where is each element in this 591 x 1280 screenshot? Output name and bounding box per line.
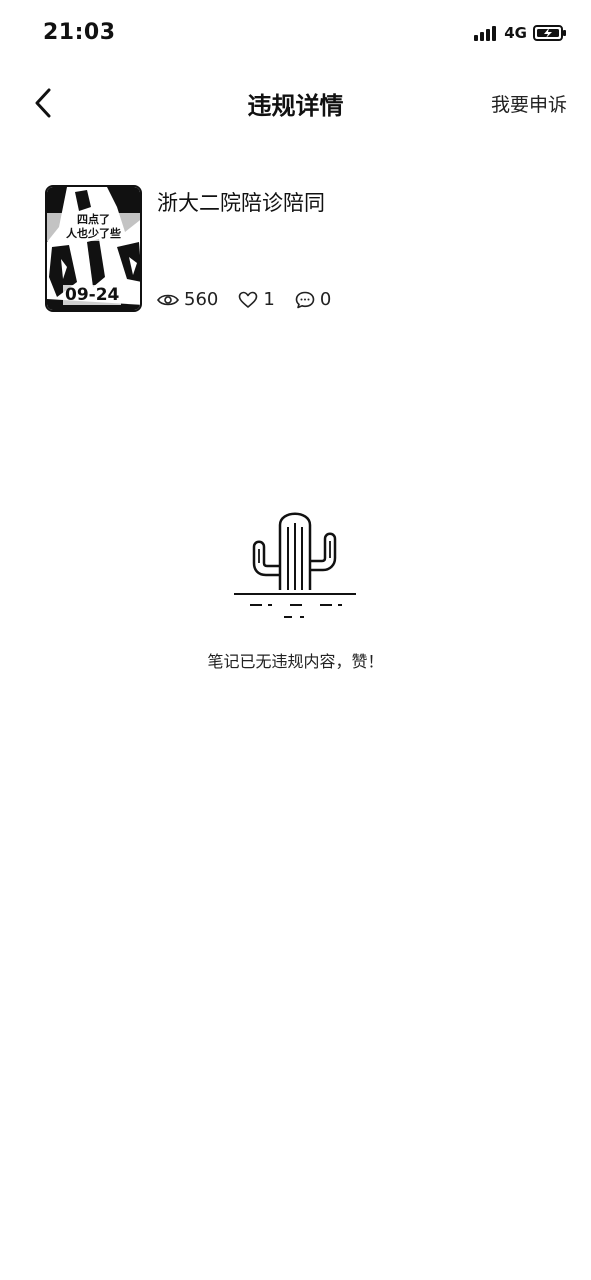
- nav-bar: 违规详情 我要申诉: [0, 70, 591, 136]
- status-bar: 21:03 4G: [0, 0, 591, 70]
- note-card[interactable]: 四点了 人也少了些 09-24 浙大二院陪诊陪同 560 1 0: [45, 185, 545, 315]
- cactus-icon: [234, 512, 356, 618]
- heart-icon: [239, 291, 258, 308]
- note-title[interactable]: 浙大二院陪诊陪同: [157, 187, 325, 217]
- note-thumbnail[interactable]: 四点了 人也少了些 09-24: [45, 185, 142, 312]
- note-stats: 560 1 0: [157, 289, 351, 310]
- comment-bubble-icon: [295, 291, 315, 308]
- thumbnail-caption-line1: 四点了: [77, 213, 110, 226]
- status-time: 21:03: [43, 20, 116, 45]
- views-stat: 560: [157, 289, 218, 310]
- status-indicators: 4G: [474, 24, 567, 42]
- signal-icon: [474, 25, 497, 41]
- likes-stat: 1: [238, 289, 275, 310]
- comments-stat: 0: [295, 289, 331, 310]
- empty-message: 笔记已无违规内容，赞！: [207, 652, 384, 671]
- battery-charging-icon: [533, 25, 566, 41]
- thumbnail-date: 09-24: [63, 285, 122, 305]
- thumbnail-caption-line2: 人也少了些: [66, 227, 121, 240]
- comments-count: 0: [319, 289, 332, 310]
- views-count: 560: [184, 289, 219, 310]
- network-label: 4G: [504, 24, 527, 42]
- appeal-button[interactable]: 我要申诉: [491, 90, 567, 117]
- eye-icon: [157, 294, 179, 305]
- thumbnail-caption: 四点了 人也少了些: [47, 213, 140, 241]
- likes-count: 1: [263, 289, 275, 310]
